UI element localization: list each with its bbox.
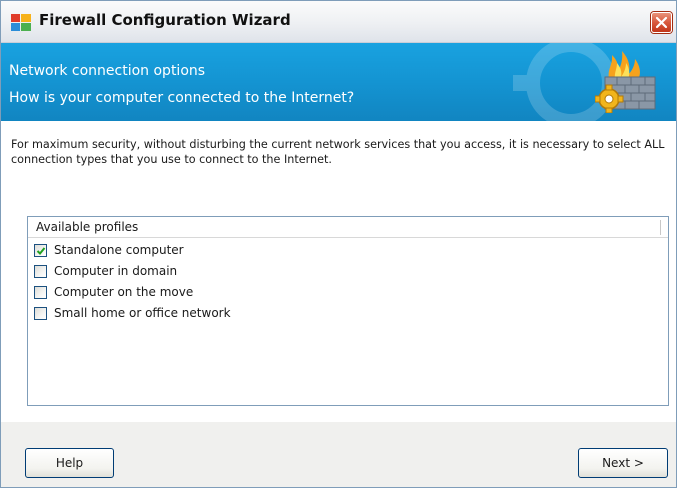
help-button[interactable]: Help: [25, 448, 114, 478]
header-banner: Network connection options How is your c…: [1, 43, 676, 121]
avg-logo-icon: [11, 14, 31, 31]
profile-label: Computer on the move: [54, 285, 194, 299]
on-the-move-checkbox[interactable]: [34, 286, 47, 299]
column-divider[interactable]: [660, 220, 661, 235]
window-title: Firewall Configuration Wizard: [39, 11, 291, 29]
profile-label: Computer in domain: [54, 264, 178, 278]
button-bar: Help Next >: [1, 422, 676, 487]
title-bar[interactable]: Firewall Configuration Wizard: [1, 1, 676, 43]
profiles-header-label: Available profiles: [36, 220, 139, 234]
profile-label: Small home or office network: [54, 306, 231, 320]
banner-question: How is your computer connected to the In…: [9, 90, 355, 106]
standalone-checkbox[interactable]: [34, 244, 47, 257]
wizard-window: Firewall Configuration Wizard Network co…: [0, 0, 677, 488]
profile-label: Standalone computer: [54, 243, 184, 257]
home-office-checkbox[interactable]: [34, 307, 47, 320]
profiles-header[interactable]: Available profiles: [28, 217, 668, 238]
next-button[interactable]: Next >: [578, 448, 668, 478]
banner-heading: Network connection options: [9, 63, 206, 79]
firewall-icon: [594, 49, 661, 114]
description-text: For maximum security, without disturbing…: [11, 138, 665, 166]
close-button[interactable]: [651, 12, 672, 33]
domain-checkbox[interactable]: [34, 265, 47, 278]
profiles-list: Available profiles Standalone computer C…: [27, 216, 669, 406]
